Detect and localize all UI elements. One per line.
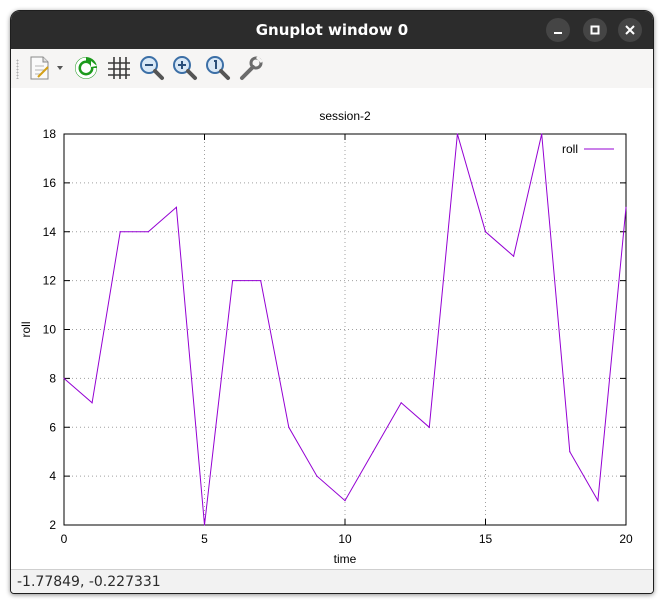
data-point: [484, 231, 487, 233]
close-icon: [625, 25, 635, 35]
export-dropdown[interactable]: [55, 53, 67, 83]
x-tick-label: 15: [479, 532, 493, 546]
toolbar: [11, 49, 653, 89]
data-point: [344, 499, 346, 502]
data-point: [400, 402, 402, 404]
settings-button[interactable]: [236, 53, 266, 83]
cursor-coordinates: -1.77849, -0.227331: [17, 574, 161, 590]
gnuplot-window: Gnuplot window 0 0 5 10 15 20 2 4 6 8 10…: [10, 10, 654, 594]
zoom-out-button[interactable]: [137, 53, 167, 83]
grid-icon: [108, 57, 130, 79]
data-point: [232, 280, 234, 282]
data-point: [513, 255, 515, 257]
x-axis-label: time: [334, 552, 357, 566]
settings-icon: [240, 55, 264, 80]
data-point: [569, 451, 571, 453]
x-tick-label: 5: [201, 532, 208, 546]
zoom-reset-icon: [206, 56, 230, 80]
replot-icon: [75, 57, 97, 79]
data-point: [147, 231, 149, 233]
zoom-out-icon: [140, 56, 164, 80]
plot-area[interactable]: 0 5 10 15 20 2 4 6 8 10 12 14 16 18 session-2 time ro…: [11, 88, 653, 569]
data-point: [203, 524, 206, 526]
x-tick-label: 20: [619, 532, 633, 546]
data-point: [119, 231, 121, 233]
x-tick-label: 0: [61, 532, 68, 546]
data-point: [597, 499, 599, 502]
maximize-icon: [590, 25, 600, 35]
export-button[interactable]: [26, 53, 56, 83]
zoom-in-icon: [173, 56, 197, 80]
x-tick-label: 10: [338, 532, 352, 546]
minimize-icon: [554, 32, 562, 34]
close-button[interactable]: [618, 18, 642, 42]
data-point: [541, 133, 543, 135]
y-tick-label: 4: [49, 469, 56, 483]
zoom-in-button[interactable]: [170, 53, 200, 83]
data-point: [175, 206, 177, 208]
y-tick-label: 8: [49, 371, 56, 385]
toolbar-grip[interactable]: [16, 59, 19, 79]
dropdown-arrow-icon: [57, 66, 63, 70]
data-point: [625, 206, 627, 208]
y-tick-label: 18: [43, 127, 57, 141]
minimize-button[interactable]: [546, 18, 570, 42]
chart-title: session-2: [319, 109, 371, 123]
y-tick-label: 16: [43, 176, 57, 190]
legend-label: roll: [562, 142, 578, 156]
y-tick-label: 12: [43, 274, 57, 288]
y-tick-label: 10: [43, 323, 57, 337]
y-axis-label: roll: [19, 321, 33, 337]
y-tick-label: 6: [49, 420, 56, 434]
data-point: [91, 402, 93, 404]
grid-toggle-button[interactable]: [104, 53, 134, 83]
chart[interactable]: 0 5 10 15 20 2 4 6 8 10 12 14 16 18 session-2 time ro…: [11, 88, 653, 569]
replot-button[interactable]: [71, 53, 101, 83]
data-point: [288, 426, 290, 428]
data-point: [428, 426, 430, 428]
title-bar[interactable]: Gnuplot window 0: [11, 11, 653, 49]
data-point: [260, 280, 262, 282]
status-bar: -1.77849, -0.227331: [11, 569, 653, 593]
data-point: [456, 133, 458, 135]
maximize-button[interactable]: [583, 18, 607, 42]
data-point: [63, 377, 65, 379]
data-point: [316, 475, 318, 477]
data-point: [372, 451, 374, 453]
zoom-reset-button[interactable]: [203, 53, 233, 83]
y-tick-label: 14: [43, 225, 57, 239]
y-tick-label: 2: [49, 518, 56, 532]
export-icon: [30, 56, 49, 80]
